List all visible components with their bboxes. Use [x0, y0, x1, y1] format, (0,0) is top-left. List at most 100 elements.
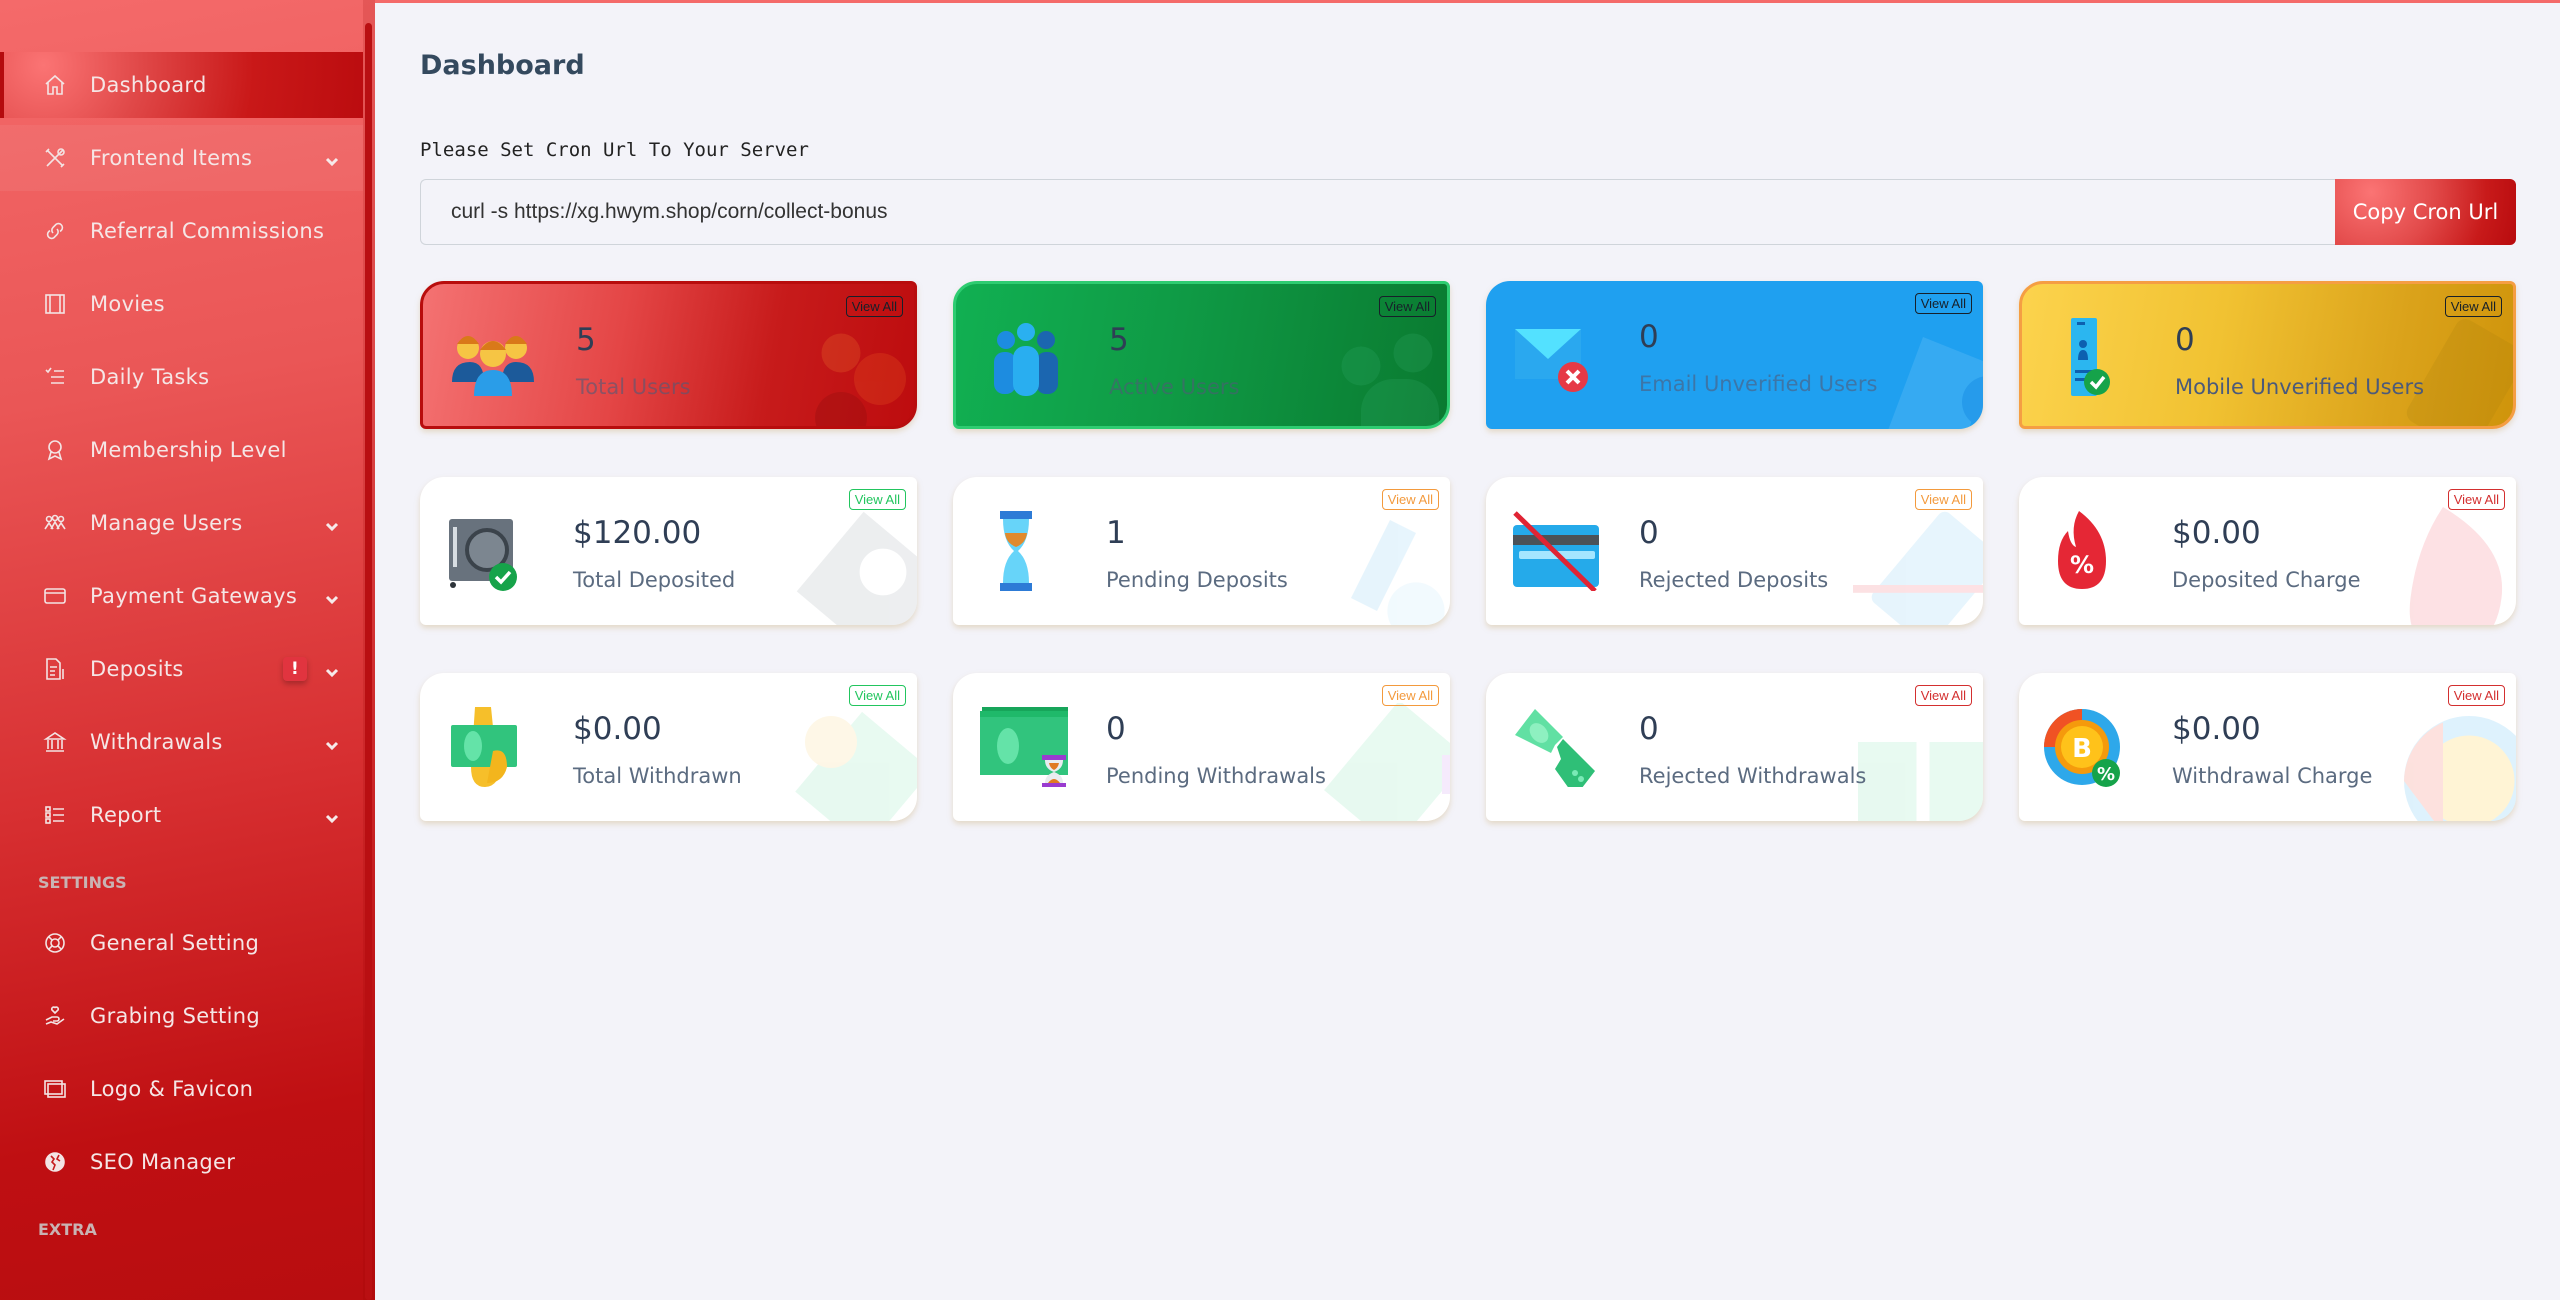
sidebar-item-label: Logo & Favicon [90, 1077, 254, 1101]
stat-value: 1 [1106, 515, 1126, 551]
stat-value: 5 [576, 322, 596, 358]
users-icon [42, 510, 68, 536]
fire-percent-icon: % [2058, 511, 2106, 589]
home-icon [42, 72, 68, 98]
stat-value: 0 [1639, 711, 1659, 747]
sidebar-item-label: Dashboard [90, 73, 207, 97]
view-all-button[interactable]: View All [845, 296, 903, 317]
view-all-button[interactable]: View All [1914, 685, 1972, 706]
sidebar-item-report[interactable]: Report [0, 782, 363, 848]
images-icon [42, 1076, 68, 1102]
section-title-extra: EXTRA [38, 1219, 97, 1239]
email-watermark [1888, 337, 1983, 429]
stat-card-rejected-deposits[interactable]: 0 Rejected Deposits View All [1486, 477, 1983, 625]
stat-card-pending-withdrawals[interactable]: 0 Pending Withdrawals View All [953, 673, 1450, 821]
bitcoin-percent-icon: B % [2044, 709, 2120, 787]
sidebar-item-grabing-setting[interactable]: Grabing Setting [0, 983, 363, 1049]
stat-card-mobile-unverified[interactable]: 0 Mobile Unverified Users View All [2019, 281, 2516, 429]
view-all-button[interactable]: View All [1381, 685, 1439, 706]
stat-card-withdrawal-charge[interactable]: B % $0.00 Withdrawal Charge View All [2019, 673, 2516, 821]
sidebar-item-movies[interactable]: Movies [0, 271, 363, 337]
copy-cron-url-button[interactable]: Copy Cron Url [2335, 179, 2516, 245]
stat-label: Pending Withdrawals [1106, 764, 1326, 788]
sidebar-item-referral-commissions[interactable]: Referral Commissions [0, 198, 363, 264]
top-accent-line [375, 0, 2560, 3]
view-all-button[interactable]: View All [1378, 296, 1436, 317]
sidebar-item-frontend-items[interactable]: Frontend Items [0, 125, 363, 191]
hand-cash-watermark [795, 711, 917, 821]
stat-label: Total Users [576, 375, 691, 399]
view-all-button[interactable]: View All [2447, 489, 2505, 510]
award-icon [42, 437, 68, 463]
stat-value: 0 [2175, 322, 2195, 358]
sidebar-item-label: Frontend Items [90, 146, 253, 170]
stat-label: Mobile Unverified Users [2175, 375, 2425, 399]
invoice-dollar-icon [42, 656, 68, 682]
lifebuoy-icon [42, 930, 68, 956]
torn-cash-watermark [1858, 742, 1983, 821]
stat-card-total-deposited[interactable]: $120.00 Total Deposited View All [420, 477, 917, 625]
sidebar-item-manage-users[interactable]: Manage Users [0, 490, 363, 556]
email-unverified-icon [1515, 329, 1588, 392]
sidebar-item-deposits[interactable]: Deposits ! [0, 636, 363, 702]
users-group-icon [452, 336, 534, 396]
sidebar-item-label: Movies [90, 292, 165, 316]
tools-icon [42, 145, 68, 171]
view-all-button[interactable]: View All [1914, 489, 1972, 510]
chevron-down-icon [325, 514, 339, 532]
sidebar-item-withdrawals[interactable]: Withdrawals [0, 709, 363, 775]
view-all-button[interactable]: View All [848, 685, 906, 706]
stat-card-deposited-charge[interactable]: % $0.00 Deposited Charge View All [2019, 477, 2516, 625]
stat-card-pending-deposits[interactable]: 1 Pending Deposits View All [953, 477, 1450, 625]
active-users-watermark [1341, 333, 1439, 426]
sidebar-item-seo-manager[interactable]: SEO Manager [0, 1129, 363, 1195]
stat-card-email-unverified[interactable]: 0 Email Unverified Users View All [1486, 281, 1983, 429]
card-rejected-icon [1513, 511, 1599, 591]
sidebar-nav: Dashboard Frontend Items Referral Commis… [0, 52, 363, 1257]
sidebar-scrollbar[interactable] [365, 23, 372, 1300]
sidebar-item-label: Payment Gateways [90, 584, 298, 608]
sidebar-item-label: Grabing Setting [90, 1004, 260, 1028]
bitcoin-percent-watermark [2404, 716, 2516, 821]
sidebar-item-label: Daily Tasks [90, 365, 210, 389]
sidebar-item-payment-gateways[interactable]: Payment Gateways [0, 563, 363, 629]
list-icon [42, 802, 68, 828]
stat-card-total-users[interactable]: 5 Total Users View All [420, 281, 917, 429]
mobile-verified-icon [2071, 318, 2110, 396]
stat-card-total-withdrawn[interactable]: $0.00 Total Withdrawn View All [420, 673, 917, 821]
chevron-down-icon [325, 733, 339, 751]
chevron-down-icon [325, 660, 339, 678]
stat-label: Withdrawal Charge [2172, 764, 2373, 788]
svg-text:B: B [2072, 734, 2092, 764]
sidebar-item-label: SEO Manager [90, 1150, 236, 1174]
view-all-button[interactable]: View All [2444, 296, 2502, 317]
stat-card-rejected-withdrawals[interactable]: 0 Rejected Withdrawals View All [1486, 673, 1983, 821]
stat-label: Active Users [1109, 375, 1240, 399]
view-all-button[interactable]: View All [2447, 685, 2505, 706]
credit-card-icon [42, 583, 68, 609]
bank-icon [42, 729, 68, 755]
cash-hourglass-watermark [1324, 703, 1450, 821]
mobile-watermark [2406, 319, 2513, 426]
film-icon [42, 291, 68, 317]
sidebar-item-general-setting[interactable]: General Setting [0, 910, 363, 976]
stat-label: Email Unverified Users [1639, 372, 1878, 396]
sidebar-item-label: Manage Users [90, 511, 243, 535]
stat-card-active-users[interactable]: 5 Active Users View All [953, 281, 1450, 429]
view-all-button[interactable]: View All [848, 489, 906, 510]
stat-label: Total Deposited [573, 568, 736, 592]
torn-cash-icon [1515, 709, 1595, 787]
stat-label: Rejected Withdrawals [1639, 764, 1867, 788]
svg-text:%: % [2097, 764, 2115, 785]
sidebar-item-logo-favicon[interactable]: Logo & Favicon [0, 1056, 363, 1122]
checklist-icon [42, 364, 68, 390]
sidebar-item-dashboard[interactable]: Dashboard [0, 52, 363, 118]
hourglass-watermark [1351, 520, 1445, 625]
sidebar: Dashboard Frontend Items Referral Commis… [0, 0, 375, 1300]
sidebar-item-membership-level[interactable]: Membership Level [0, 417, 363, 483]
cron-url-input[interactable] [420, 179, 2335, 245]
view-all-button[interactable]: View All [1914, 293, 1972, 314]
view-all-button[interactable]: View All [1381, 489, 1439, 510]
sidebar-item-daily-tasks[interactable]: Daily Tasks [0, 344, 363, 410]
section-title-settings: SETTINGS [38, 872, 127, 892]
